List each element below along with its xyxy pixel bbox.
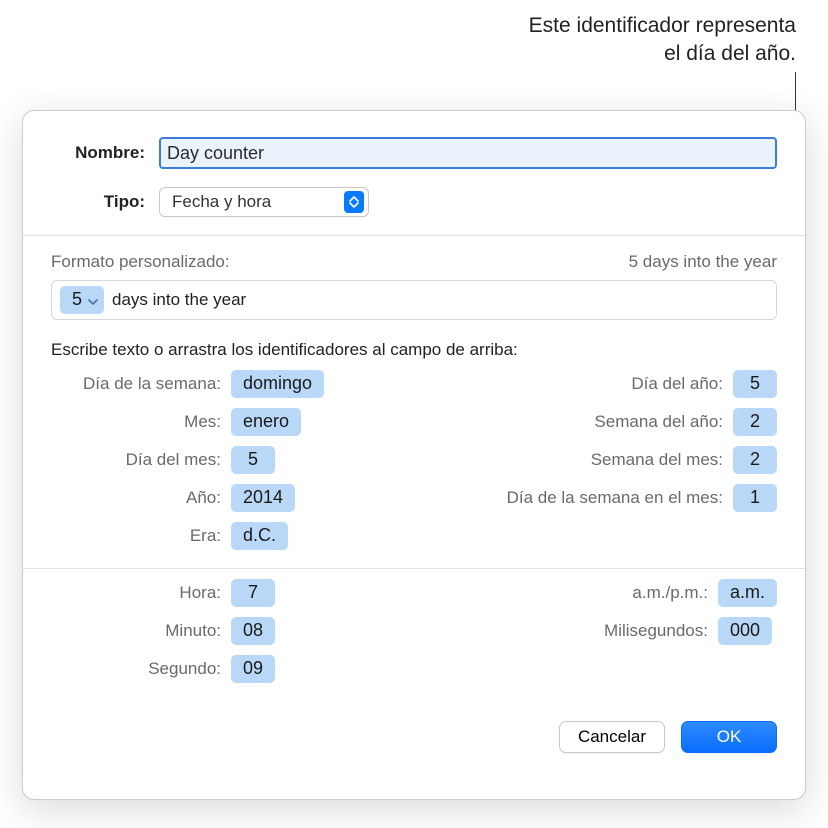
token-milliseconds-label: Milisegundos: — [478, 621, 708, 641]
time-token-grid: Hora: 7 a.m./p.m.: a.m. Minuto: 08 Milisegundo… — [23, 579, 805, 683]
ok-button[interactable]: OK — [681, 721, 777, 753]
token-second[interactable]: 09 — [231, 655, 275, 683]
custom-format-dialog: Nombre: Tipo: Fecha y hora Formato perso… — [22, 110, 806, 800]
token-month-label: Mes: — [51, 412, 221, 432]
callout-text: Este identificador representa el día del… — [529, 12, 796, 69]
type-label: Tipo: — [51, 192, 159, 212]
format-field[interactable]: 5 days into the year — [51, 280, 777, 320]
format-token-value: 5 — [72, 289, 82, 310]
token-era[interactable]: d.C. — [231, 522, 288, 550]
type-row: Tipo: Fecha y hora — [23, 183, 805, 221]
token-ampm-label: a.m./p.m.: — [478, 583, 708, 603]
token-weekday-in-month-label: Día de la semana en el mes: — [493, 488, 723, 508]
cancel-button[interactable]: Cancelar — [559, 721, 665, 753]
token-era-label: Era: — [51, 526, 221, 546]
token-year[interactable]: 2014 — [231, 484, 295, 512]
format-token-day-of-year[interactable]: 5 — [60, 286, 104, 314]
token-hour[interactable]: 7 — [231, 579, 275, 607]
format-trailing-text: days into the year — [112, 290, 246, 310]
instructions-text: Escribe texto o arrastra los identificad… — [23, 320, 805, 370]
token-minute-label: Minuto: — [51, 621, 221, 641]
format-header: Formato personalizado: 5 days into the y… — [23, 246, 805, 280]
token-day-of-year-label: Día del año: — [493, 374, 723, 394]
type-select[interactable]: Fecha y hora — [159, 187, 369, 217]
token-week-of-month[interactable]: 2 — [733, 446, 777, 474]
chevron-down-icon — [88, 289, 98, 310]
token-day-of-year[interactable]: 5 — [733, 370, 777, 398]
token-milliseconds[interactable]: 000 — [718, 617, 772, 645]
token-weekday-label: Día de la semana: — [51, 374, 221, 394]
divider — [23, 235, 805, 236]
token-day-of-month[interactable]: 5 — [231, 446, 275, 474]
token-month[interactable]: enero — [231, 408, 301, 436]
type-select-value: Fecha y hora — [172, 192, 271, 212]
callout-line2: el día del año. — [529, 40, 796, 68]
token-weekday-in-month[interactable]: 1 — [733, 484, 777, 512]
format-preview: 5 days into the year — [629, 252, 777, 272]
token-day-of-month-label: Día del mes: — [51, 450, 221, 470]
token-second-label: Segundo: — [51, 659, 221, 679]
token-hour-label: Hora: — [51, 583, 221, 603]
callout-line1: Este identificador representa — [529, 12, 796, 40]
format-label: Formato personalizado: — [51, 252, 230, 272]
token-week-of-year[interactable]: 2 — [733, 408, 777, 436]
token-year-label: Año: — [51, 488, 221, 508]
name-row: Nombre: — [23, 133, 805, 173]
name-label: Nombre: — [51, 143, 159, 163]
token-minute[interactable]: 08 — [231, 617, 275, 645]
token-week-of-year-label: Semana del año: — [493, 412, 723, 432]
token-ampm[interactable]: a.m. — [718, 579, 777, 607]
token-week-of-month-label: Semana del mes: — [493, 450, 723, 470]
token-weekday[interactable]: domingo — [231, 370, 324, 398]
button-row: Cancelar OK — [23, 709, 805, 753]
chevron-updown-icon — [344, 191, 364, 213]
divider — [23, 568, 805, 569]
date-token-grid: Día de la semana: domingo Día del año: 5 Mes… — [23, 370, 805, 550]
name-input[interactable] — [159, 137, 777, 169]
